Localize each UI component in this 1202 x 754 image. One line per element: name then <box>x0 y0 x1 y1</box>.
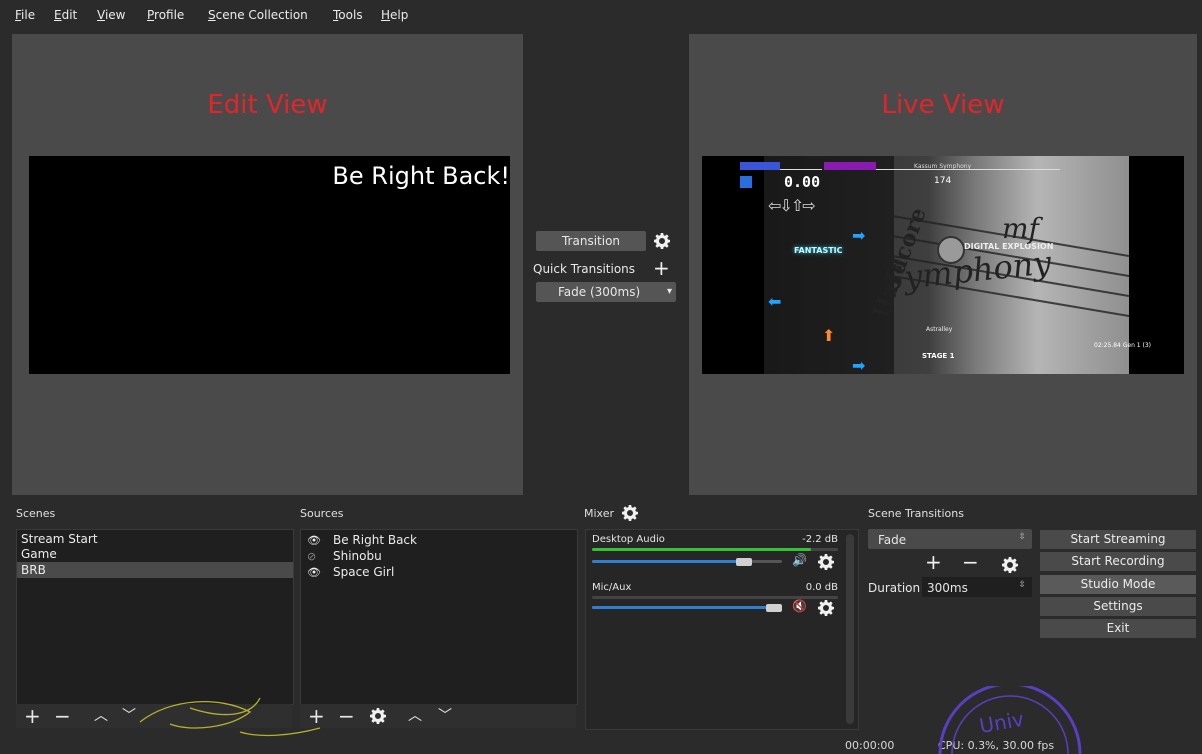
move-up-icon[interactable]: ︿ <box>94 706 108 726</box>
add-scene-icon[interactable]: + <box>24 706 41 726</box>
live-view-panel: Live View Kassum Symphony 174 0.00 ⇦⇩⇧⇨ … <box>689 34 1197 495</box>
edit-view-panel: Edit View Be Right Back! <box>12 34 523 495</box>
sources-list[interactable]: 👁 Be Right Back ⊘ Shinobu 👁 Space Girl <box>300 529 578 705</box>
menu-edit[interactable]: Edit <box>54 8 77 22</box>
eye-icon[interactable]: 👁 <box>307 534 321 547</box>
progress-bar <box>824 162 876 170</box>
scene-transitions-title: Scene Transitions <box>868 507 964 520</box>
mf-mark: mf <box>1002 212 1039 245</box>
live-view-canvas[interactable]: Kassum Symphony 174 0.00 ⇦⇩⇧⇨ ➡ ⬅ ⬆ ➡ FA… <box>702 156 1184 374</box>
note-arrow-left: ⬅ <box>768 292 782 311</box>
sources-title: Sources <box>300 507 344 520</box>
signature-scribble <box>139 697 321 737</box>
start-recording-button[interactable]: Start Recording <box>1040 552 1196 571</box>
judgement-text: FANTASTIC <box>794 246 843 255</box>
start-streaming-button[interactable]: Start Streaming <box>1040 530 1196 549</box>
transition-gear-icon[interactable] <box>654 233 670 249</box>
add-transition-icon[interactable]: + <box>925 550 942 574</box>
note-arrow-right: ➡ <box>852 226 866 245</box>
desktop-audio-volume-fill <box>592 560 752 563</box>
life-bar-outline <box>780 169 822 170</box>
player-badge <box>740 176 752 188</box>
mic-aux-volume-fill <box>592 606 782 609</box>
scene-selected-highlight <box>17 562 293 578</box>
combo-count: 174 <box>934 176 952 186</box>
note-arrow-up: ⬆ <box>822 326 836 345</box>
duration-value: 300ms <box>927 581 968 595</box>
scenes-list[interactable]: Stream Start Game BRB <box>16 529 294 705</box>
source-item-shinobu[interactable]: Shinobu <box>333 549 382 563</box>
mic-aux-gear-icon[interactable] <box>818 600 834 616</box>
menu-view[interactable]: View <box>97 8 125 22</box>
stage-label: STAGE 1 <box>922 352 955 360</box>
source-properties-gear-icon[interactable] <box>370 708 386 724</box>
score-value: 0.00 <box>784 173 821 191</box>
brb-overlay-text: Be Right Back! <box>332 162 510 190</box>
duration-input[interactable]: 300ms ⇳ <box>922 577 1032 597</box>
scene-item-game[interactable]: Game <box>21 547 57 561</box>
transition-properties-gear-icon[interactable] <box>1002 557 1018 573</box>
move-up-icon[interactable]: ︿ <box>408 706 422 726</box>
menu-profile[interactable]: Profile <box>147 8 184 22</box>
studio-mode-button[interactable]: Studio Mode <box>1040 575 1196 594</box>
chevron-down-icon: ▾ <box>666 286 672 297</box>
desktop-audio-level-meter <box>592 548 811 551</box>
menu-bar: File Edit View Profile Scene Collection … <box>0 0 1202 28</box>
menu-scene-collection[interactable]: Scene Collection <box>208 8 308 22</box>
desktop-audio-db: -2.2 dB <box>802 534 838 545</box>
receptor-arrows: ⇦⇩⇧⇨ <box>768 196 816 215</box>
eye-icon[interactable]: 👁 <box>307 566 321 579</box>
stamp-seal: Univ <box>938 686 1082 754</box>
menu-file[interactable]: File <box>15 8 35 22</box>
song-title: Kassum Symphony <box>914 163 972 170</box>
eye-hidden-icon[interactable]: ⊘ <box>307 550 316 563</box>
source-item-be-right-back[interactable]: Be Right Back <box>333 533 417 547</box>
mixer-panel: Desktop Audio -2.2 dB 🔊 Mic/Aux 0.0 dB 🔇 <box>585 529 859 730</box>
muted-speaker-icon[interactable]: 🔇 <box>792 599 807 613</box>
live-view-label: Live View <box>881 90 1005 120</box>
remove-scene-icon[interactable]: − <box>54 706 71 726</box>
mixer-gear-icon[interactable] <box>622 505 638 521</box>
transition-button[interactable]: Transition <box>536 231 646 251</box>
scenes-title: Scenes <box>16 507 56 520</box>
desktop-audio-gear-icon[interactable] <box>818 554 834 570</box>
stream-time: 00:00:00 <box>845 739 895 752</box>
menu-tools[interactable]: Tools <box>333 8 363 22</box>
desktop-audio-volume-slider[interactable] <box>735 558 752 566</box>
mixer-scrollbar[interactable] <box>846 534 854 724</box>
settings-button[interactable]: Settings <box>1040 597 1196 616</box>
fade-duration-value: Fade (300ms) <box>558 285 641 299</box>
fade-duration-select[interactable]: Fade (300ms) ▾ <box>536 282 676 302</box>
mic-aux-label: Mic/Aux <box>592 582 632 593</box>
quick-transitions-label: Quick Transitions <box>533 262 636 276</box>
mixer-title: Mixer <box>584 507 615 520</box>
transition-type-select[interactable]: Fade ⇳ <box>868 529 1032 549</box>
move-down-icon[interactable]: ﹀ <box>438 706 452 726</box>
speaker-icon[interactable]: 🔊 <box>792 553 807 567</box>
mic-aux-db: 0.0 dB <box>805 582 838 593</box>
remove-transition-icon[interactable]: − <box>962 550 979 574</box>
scene-item-brb[interactable]: BRB <box>21 563 46 577</box>
mic-aux-volume-slider[interactable] <box>766 604 782 612</box>
transition-type-value: Fade <box>878 533 907 547</box>
svg-text:Univ: Univ <box>978 707 1026 738</box>
spin-arrows-icon: ⇳ <box>1018 580 1026 590</box>
edit-view-canvas[interactable]: Be Right Back! <box>29 156 510 374</box>
life-bar <box>740 162 780 170</box>
artist-small: Astralley <box>926 326 953 333</box>
add-quick-transition-icon[interactable]: + <box>653 256 670 280</box>
spin-arrows-icon: ⇳ <box>1018 532 1026 542</box>
desktop-audio-label: Desktop Audio <box>592 534 665 545</box>
edit-view-label: Edit View <box>207 90 328 120</box>
stage-timer: 02:25.84 Gen 1 (3) <box>1094 342 1152 349</box>
remove-source-icon[interactable]: − <box>338 706 355 726</box>
note-arrow-right-2: ➡ <box>852 356 866 374</box>
scene-item-stream-start[interactable]: Stream Start <box>21 532 98 546</box>
sources-toolbar: + − ︿ ﹀ <box>300 704 576 728</box>
duration-label: Duration <box>868 581 921 595</box>
exit-button[interactable]: Exit <box>1040 619 1196 638</box>
source-item-space-girl[interactable]: Space Girl <box>333 565 394 579</box>
menu-help[interactable]: Help <box>381 8 408 22</box>
